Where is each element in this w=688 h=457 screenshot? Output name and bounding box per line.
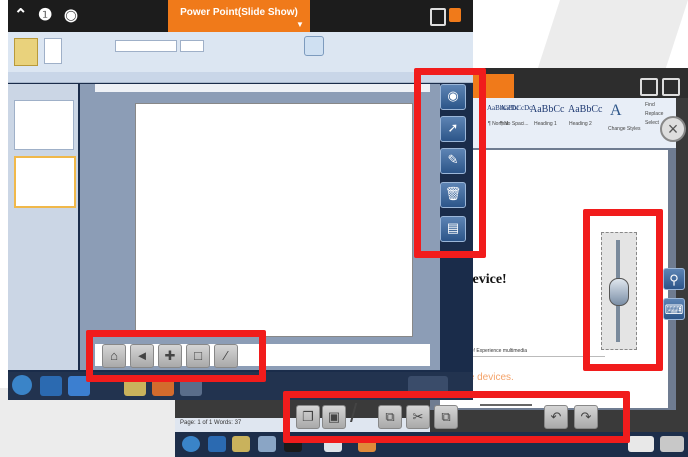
font-name-box[interactable] xyxy=(115,40,177,52)
save-icon[interactable] xyxy=(640,78,658,96)
paste-icon[interactable] xyxy=(14,38,38,66)
close-icon[interactable]: × xyxy=(660,116,686,142)
zoom-icon[interactable]: ⚲ xyxy=(663,268,685,290)
find-label[interactable]: Find xyxy=(645,102,655,108)
save-icon[interactable] xyxy=(430,8,446,26)
ie-icon[interactable] xyxy=(40,376,62,396)
window-title: Power Point(Slide Show) xyxy=(180,7,298,18)
change-styles-label: Change Styles xyxy=(608,126,641,132)
new-slide-icon[interactable] xyxy=(44,38,62,64)
help-icon[interactable]: ❶ xyxy=(38,6,52,26)
slide-thumbnail[interactable] xyxy=(14,100,74,150)
exit-icon[interactable] xyxy=(449,8,461,22)
style-heading2[interactable]: AaBbCc xyxy=(568,104,602,115)
folder-icon[interactable] xyxy=(232,436,250,452)
style-heading1-label: Heading 1 xyxy=(534,121,557,127)
change-styles-icon[interactable]: A xyxy=(610,102,628,120)
highlight-box xyxy=(86,330,266,382)
start-icon[interactable] xyxy=(182,436,200,452)
ie-icon[interactable] xyxy=(208,436,226,452)
status-text: Page: 1 of 1 Words: 37 xyxy=(180,420,242,426)
slide-thumbnail[interactable] xyxy=(14,156,76,208)
ribbon-group-labels xyxy=(8,72,473,82)
style-nospacing-label: ¶ No Spaci... xyxy=(500,121,529,127)
highlight-box xyxy=(414,68,486,258)
keyboard-icon[interactable]: ⌨ xyxy=(663,298,685,320)
style-no-spacing[interactable]: AaBbCcDc xyxy=(500,104,532,112)
eye-icon[interactable]: ◉ xyxy=(64,6,78,26)
style-heading1[interactable]: AaBbCc xyxy=(530,104,564,115)
drawing-icon[interactable] xyxy=(304,36,324,56)
keyboard-icon[interactable] xyxy=(660,436,684,452)
app-icon[interactable] xyxy=(258,436,276,452)
font-size-box[interactable] xyxy=(180,40,204,52)
replace-label[interactable]: Replace xyxy=(645,111,663,117)
eject-icon[interactable] xyxy=(628,436,654,452)
slide[interactable] xyxy=(135,103,413,337)
style-heading2-label: Heading 2 xyxy=(569,121,592,127)
ruler xyxy=(95,84,430,92)
select-label[interactable]: Select xyxy=(645,120,659,126)
start-icon[interactable] xyxy=(12,375,32,395)
chevron-up-icon[interactable]: ⌃ xyxy=(14,6,27,26)
exit-icon[interactable] xyxy=(662,78,680,96)
dropdown-icon[interactable]: ▼ xyxy=(296,20,304,29)
highlight-box xyxy=(583,209,663,371)
highlight-box xyxy=(283,391,630,443)
